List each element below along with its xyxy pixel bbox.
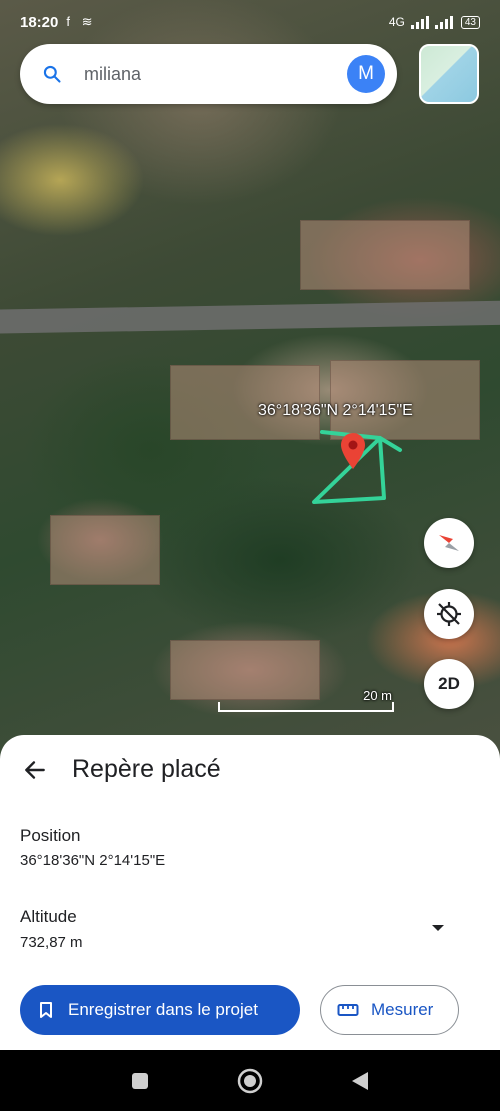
signal-icon: [410, 16, 453, 29]
coordinates-overlay: 36°18'36"N 2°14'15"E: [258, 402, 413, 419]
dropdown-arrow-icon[interactable]: [430, 923, 446, 933]
location-off-button[interactable]: [424, 589, 474, 639]
position-label: Position: [20, 826, 81, 845]
search-icon[interactable]: [42, 64, 62, 84]
sheet-title: Repère placé: [72, 755, 221, 783]
view-mode-2d-button[interactable]: 2D: [424, 659, 474, 709]
map-style-thumbnail[interactable]: [419, 44, 479, 104]
status-bar: 18:20 f ≋ 4G 43: [0, 0, 500, 44]
measure-button[interactable]: Mesurer: [320, 985, 459, 1035]
scale-line: [218, 702, 394, 712]
search-query[interactable]: miliana: [84, 64, 347, 85]
compass-icon: [439, 535, 459, 551]
notification-icons: f ≋: [66, 14, 97, 29]
status-time: 18:20: [20, 13, 59, 31]
position-value: 36°18'36"N 2°14'15"E: [20, 852, 166, 869]
sheet-header: Repère placé: [22, 755, 221, 784]
map-building: [300, 220, 470, 290]
location-pin-icon[interactable]: [340, 432, 366, 470]
map-road: [0, 300, 500, 334]
compass-button[interactable]: [424, 518, 474, 568]
gps-off-icon: [437, 602, 461, 626]
measure-label: Mesurer: [371, 1000, 434, 1019]
system-nav-bar: [0, 1050, 500, 1111]
network-type: 4G: [388, 15, 405, 29]
scale-bar: 20 m: [218, 688, 394, 714]
save-to-project-label: Enregistrer dans le projet: [68, 1000, 258, 1019]
battery-icon: 43: [460, 15, 480, 29]
account-avatar[interactable]: M: [347, 55, 385, 93]
scale-label: 20 m: [363, 688, 392, 703]
ruler-icon: [337, 1004, 359, 1016]
altitude-value: 732,87 m: [20, 934, 83, 951]
map-building: [50, 515, 160, 585]
placemark-bottom-sheet: Repère placé Position 36°18'36"N 2°14'15…: [0, 735, 500, 1050]
recents-icon[interactable]: [130, 1071, 150, 1091]
satellite-map[interactable]: [0, 0, 500, 760]
back-icon[interactable]: [350, 1070, 370, 1092]
home-icon[interactable]: [236, 1067, 264, 1095]
status-right: 4G 43: [389, 15, 480, 29]
save-to-project-button[interactable]: Enregistrer dans le projet: [20, 985, 300, 1035]
back-arrow-icon[interactable]: [22, 757, 48, 783]
bookmark-icon: [40, 1002, 52, 1018]
altitude-label: Altitude: [20, 907, 77, 926]
search-bar[interactable]: miliana M: [20, 44, 397, 104]
